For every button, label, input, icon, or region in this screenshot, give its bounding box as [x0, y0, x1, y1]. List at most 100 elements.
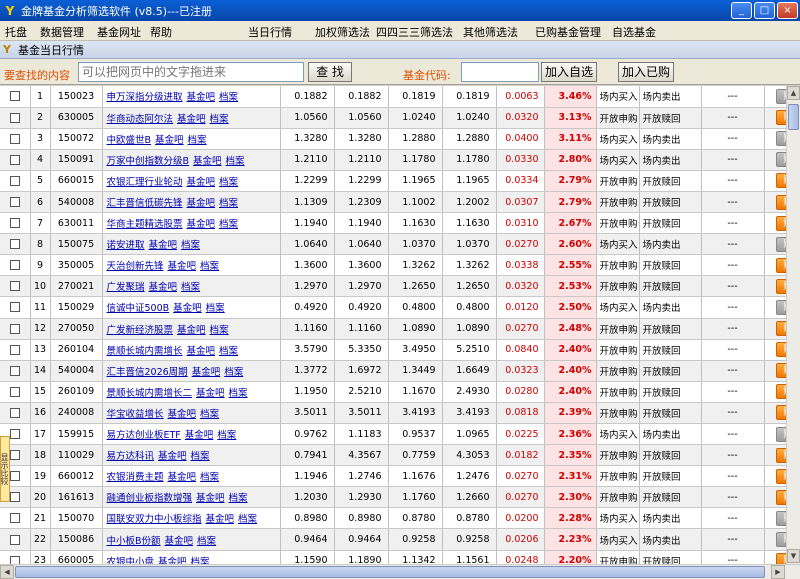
fund-name-link[interactable]: 申万深指分级进取 — [107, 92, 183, 103]
row-checkbox[interactable] — [9, 555, 20, 564]
fund-profile-link[interactable]: 档案 — [200, 472, 219, 483]
fund-forum-link[interactable]: 基金吧 — [155, 135, 184, 146]
fund-name-link[interactable]: 中欧盛世B — [107, 135, 152, 146]
buy-button[interactable]: 购买▼ — [776, 152, 786, 168]
fund-forum-link[interactable]: 基金吧 — [158, 451, 187, 462]
table-row[interactable]: 20 161613 融通创业板指数增强 基金吧 档案 1.2030 1.2930 1.1760… — [0, 486, 786, 509]
fund-name-link[interactable]: 华宝收益增长 — [107, 409, 164, 420]
row-checkbox[interactable] — [9, 91, 20, 102]
row-checkbox[interactable] — [9, 534, 20, 545]
row-checkbox[interactable] — [9, 323, 20, 334]
fund-name-link[interactable]: 华商动态阿尔法 — [107, 114, 174, 125]
row-checkbox[interactable] — [9, 218, 20, 229]
row-checkbox[interactable] — [9, 302, 20, 313]
table-row[interactable]: 8 150075 诺安进取 基金吧 档案 1.0640 1.0640 1.0370 1.0370… — [0, 233, 786, 256]
vertical-scrollbar[interactable]: ▲ ▼ — [786, 86, 800, 564]
fund-forum-link[interactable]: 基金吧 — [196, 388, 225, 399]
fund-profile-link[interactable]: 档案 — [206, 303, 225, 314]
fund-profile-link[interactable]: 档案 — [181, 282, 200, 293]
table-row[interactable]: 17 159915 易方达创业板ETF 基金吧 档案 0.9762 1.1183 0.9537… — [0, 423, 786, 446]
fund-profile-link[interactable]: 档案 — [229, 493, 248, 504]
fund-profile-link[interactable]: 档案 — [200, 261, 219, 272]
menu-bought-funds[interactable]: 已购基金管理 — [535, 24, 601, 40]
buy-button[interactable]: 购买▼ — [776, 257, 786, 273]
row-checkbox[interactable] — [9, 197, 20, 208]
row-checkbox[interactable] — [9, 260, 20, 271]
buy-button[interactable]: 购买▼ — [776, 299, 786, 315]
row-checkbox[interactable] — [9, 281, 20, 292]
table-row[interactable]: 18 110029 易方达科讯 基金吧 档案 0.7941 4.3567 0.7759 4.30… — [0, 444, 786, 467]
table-row[interactable]: 13 260104 景顺长城内需增长 基金吧 档案 3.5790 5.3350 3.4950 5… — [0, 339, 786, 361]
fund-profile-link[interactable]: 档案 — [229, 388, 248, 399]
close-button[interactable]: × — [777, 2, 798, 19]
fund-name-link[interactable]: 农银汇理行业轮动 — [107, 177, 183, 188]
fund-name-link[interactable]: 易方达创业板ETF — [107, 430, 181, 441]
fund-name-link[interactable]: 易方达科讯 — [107, 451, 155, 462]
row-checkbox[interactable] — [9, 407, 20, 418]
menu-4433-filter[interactable]: 四四三三筛选法 — [376, 24, 453, 40]
table-row[interactable]: 22 150086 中小板B份额 基金吧 档案 0.9464 0.9464 0.9258 0.9… — [0, 528, 786, 551]
buy-button[interactable]: 购买▼ — [776, 468, 786, 484]
fund-name-link[interactable]: 诺安进取 — [107, 240, 145, 251]
fund-forum-link[interactable]: 基金吧 — [177, 325, 206, 336]
buy-button[interactable]: 购买▼ — [776, 342, 786, 358]
fund-name-link[interactable]: 天治创新先锋 — [107, 261, 164, 272]
row-checkbox[interactable] — [9, 344, 20, 355]
table-row[interactable]: 15 260109 景顺长城内需增长二 基金吧 档案 1.1950 2.5210 1.1670… — [0, 381, 786, 403]
fund-forum-link[interactable]: 基金吧 — [168, 472, 197, 483]
buy-button[interactable]: 购买▼ — [776, 131, 786, 147]
row-checkbox[interactable] — [9, 513, 20, 524]
row-checkbox[interactable] — [9, 450, 20, 461]
scroll-right-icon[interactable]: ▶ — [771, 565, 785, 579]
buy-button[interactable]: 购买▼ — [776, 110, 786, 126]
horizontal-scrollbar[interactable]: ◀ ▶ — [0, 564, 800, 579]
fund-profile-link[interactable]: 档案 — [191, 557, 210, 564]
table-row[interactable]: 6 540008 汇丰晋信低碳先锋 基金吧 档案 1.1309 1.2309 1.1002 1.… — [0, 191, 786, 214]
scroll-thumb[interactable] — [788, 104, 799, 130]
add-watchlist-button[interactable]: 加入自选 — [541, 62, 597, 82]
h-scroll-thumb[interactable] — [15, 566, 765, 578]
buy-button[interactable]: 购买▼ — [776, 384, 786, 400]
fund-profile-link[interactable]: 档案 — [200, 409, 219, 420]
fund-forum-link[interactable]: 基金吧 — [196, 493, 225, 504]
table-row[interactable]: 23 660005 农银中小盘 基金吧 档案 1.1590 1.1890 1.1342 1.15… — [0, 550, 786, 564]
table-row[interactable]: 4 150091 万家中创指数分级B 基金吧 档案 1.2110 1.2110 1.1780 1… — [0, 149, 786, 171]
fund-forum-link[interactable]: 基金吧 — [173, 303, 202, 314]
fund-profile-link[interactable]: 档案 — [219, 219, 238, 230]
buy-button[interactable]: 购买▼ — [776, 236, 786, 252]
buy-button[interactable]: 购买▼ — [776, 88, 786, 104]
menu-weighted-filter[interactable]: 加权筛选法 — [315, 24, 370, 40]
row-checkbox[interactable] — [9, 175, 20, 186]
menu-other-filter[interactable]: 其他筛选法 — [463, 24, 518, 40]
fund-name-link[interactable]: 华商主题精选股票 — [107, 219, 183, 230]
fund-profile-link[interactable]: 档案 — [197, 536, 216, 547]
fund-forum-link[interactable]: 基金吧 — [165, 536, 194, 547]
buy-button[interactable]: 购买▼ — [776, 363, 786, 379]
menu-fund-urls[interactable]: 基金网址 — [97, 24, 141, 40]
table-row[interactable]: 7 630011 华商主题精选股票 基金吧 档案 1.1940 1.1940 1.1630 1.… — [0, 212, 786, 235]
buy-button[interactable]: 购买▼ — [776, 447, 786, 463]
find-button[interactable]: 查 找 — [308, 62, 352, 82]
minimize-button[interactable]: _ — [731, 2, 752, 19]
fund-code-input[interactable] — [461, 62, 539, 82]
fund-profile-link[interactable]: 档案 — [181, 240, 200, 251]
scroll-down-icon[interactable]: ▼ — [787, 549, 800, 563]
scroll-up-icon[interactable]: ▲ — [787, 86, 800, 100]
buy-button[interactable]: 购买▼ — [776, 532, 786, 548]
fund-forum-link[interactable]: 基金吧 — [192, 367, 221, 378]
fund-name-link[interactable]: 广发聚瑞 — [107, 282, 145, 293]
buy-button[interactable]: 购买▼ — [776, 426, 786, 442]
maximize-button[interactable]: □ — [754, 2, 775, 19]
menu-data-management[interactable]: 数据管理 — [40, 24, 84, 40]
buy-button[interactable]: 购买▼ — [776, 194, 786, 210]
fund-forum-link[interactable]: 基金吧 — [187, 198, 216, 209]
row-checkbox[interactable] — [9, 239, 20, 250]
fund-forum-link[interactable]: 基金吧 — [168, 409, 197, 420]
row-checkbox[interactable] — [9, 471, 20, 482]
fund-name-link[interactable]: 农银中小盘 — [107, 557, 155, 564]
buy-button[interactable]: 购买▼ — [776, 510, 786, 526]
row-checkbox[interactable] — [9, 492, 20, 503]
buy-button[interactable]: 购买▼ — [776, 405, 786, 421]
row-checkbox[interactable] — [9, 365, 20, 376]
buy-button[interactable]: 购买▼ — [776, 489, 786, 505]
